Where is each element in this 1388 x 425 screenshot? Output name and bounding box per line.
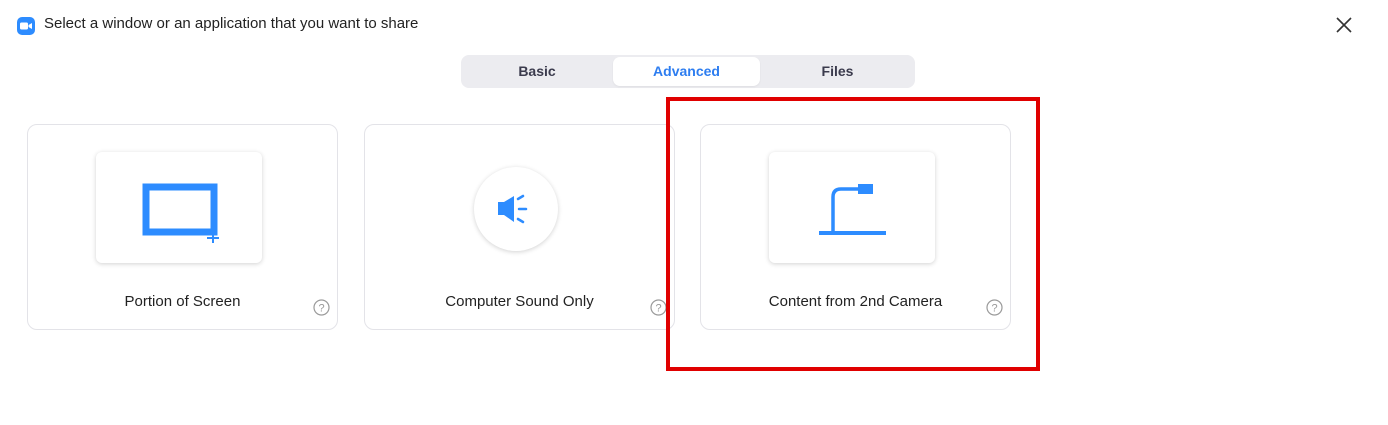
title-bar: Select a window or an application that y… (0, 0, 1388, 52)
window-title: Select a window or an application that y… (44, 15, 419, 32)
portion-of-screen-icon (142, 183, 219, 243)
option-icon-box (96, 152, 262, 263)
zoom-camera-icon (17, 17, 35, 35)
help-icon[interactable]: ? (986, 299, 1003, 316)
svg-text:?: ? (655, 303, 661, 315)
option-icon-circle (474, 167, 558, 251)
speaker-icon (498, 194, 528, 224)
option-icon-box (769, 152, 935, 263)
svg-text:?: ? (991, 303, 997, 315)
option-content-from-2nd-camera[interactable]: Content from 2nd Camera ? (700, 124, 1011, 330)
tab-advanced[interactable]: Advanced (613, 57, 760, 86)
help-icon[interactable]: ? (313, 299, 330, 316)
share-tabs: Basic Advanced Files (461, 55, 915, 88)
tab-basic[interactable]: Basic (463, 57, 611, 86)
svg-text:?: ? (318, 303, 324, 315)
option-computer-sound-only[interactable]: Computer Sound Only ? (364, 124, 675, 330)
close-button[interactable] (1330, 11, 1358, 39)
help-icon[interactable]: ? (650, 299, 667, 316)
option-label: Computer Sound Only (445, 293, 594, 310)
option-label: Portion of Screen (124, 293, 241, 310)
option-portion-of-screen[interactable]: Portion of Screen ? (27, 124, 338, 330)
document-camera-icon (819, 184, 886, 235)
tab-files[interactable]: Files (762, 57, 913, 86)
close-icon (1336, 17, 1352, 33)
option-label: Content from 2nd Camera (768, 293, 943, 310)
